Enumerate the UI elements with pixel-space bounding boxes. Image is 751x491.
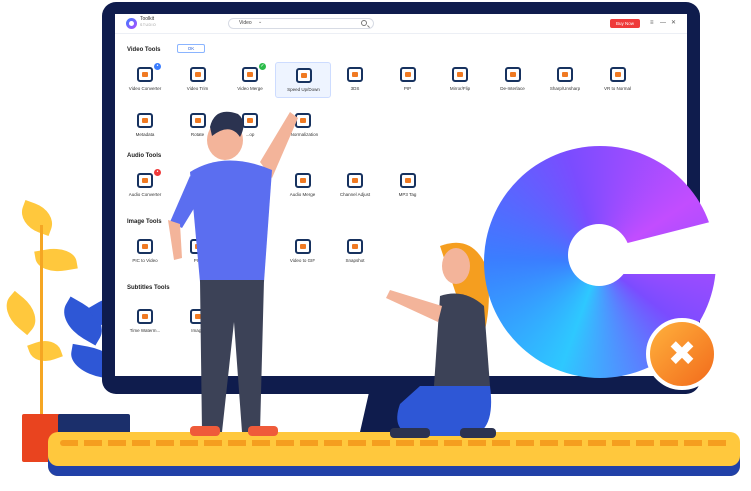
tool-label: VR to Normal (603, 86, 631, 91)
tool-label: Video Converter (128, 86, 162, 91)
pip-icon (399, 67, 416, 82)
image-tools-heading: Image Tools (127, 219, 162, 225)
tool-label: Video Trim (186, 86, 209, 91)
video-tools-heading: Video Tools (127, 47, 161, 53)
tool-label: PIP (403, 86, 412, 91)
film-trim-icon (189, 67, 206, 82)
tool-label: MP3 Tag (398, 192, 417, 197)
search-icon[interactable] (361, 20, 367, 26)
standing-man-illustration (168, 111, 298, 436)
tool-label: Mirror/Flip (449, 86, 471, 91)
minimize-icon[interactable]: — (660, 19, 666, 27)
tool-label: Video Merge (237, 86, 263, 91)
tool-sharp[interactable]: Sharp/Unsharp (537, 62, 593, 98)
tool-label: 3DS (350, 86, 360, 91)
brand-sub: STUDIO (140, 23, 157, 27)
plant-stem (40, 225, 43, 415)
app-logo-icon (126, 18, 137, 29)
mirror-icon (452, 67, 468, 82)
pic-to-video-icon (137, 239, 153, 254)
channel-adjust-icon (347, 173, 363, 188)
yellow-leaf (27, 335, 63, 367)
speed-icon (295, 68, 312, 83)
badge-icon: ✓ (259, 63, 266, 70)
tool-deinterlace[interactable]: De-Interlace (485, 62, 541, 98)
merge-icon (242, 67, 258, 82)
tool-vr[interactable]: VR to Normal (590, 62, 646, 98)
vr-icon (609, 67, 626, 82)
search-category[interactable]: Video (239, 20, 252, 26)
audio-tools-heading: Audio Tools (127, 153, 162, 159)
audio-converter-icon (137, 173, 153, 188)
menu-icon[interactable]: ≡ (650, 19, 654, 27)
video-converter-icon (137, 67, 153, 82)
mp3-tag-icon (399, 173, 416, 188)
badge-icon: • (154, 63, 161, 70)
tool-label: Channel Adjust (339, 192, 371, 197)
close-icon[interactable]: ✕ (671, 19, 676, 27)
search-box[interactable]: Video ⌄ (228, 18, 374, 29)
tool-mp3-tag[interactable]: MP3 Tag (380, 168, 436, 204)
metadata-icon (137, 113, 153, 128)
tool-3d[interactable]: 3DS (327, 62, 383, 98)
wrench-screwdriver-icon: ✖ (667, 335, 697, 373)
sharp-icon (557, 67, 573, 82)
tool-label: Sharp/Unsharp (549, 86, 581, 91)
yellow-leaf (16, 199, 58, 237)
deinterlace-icon (504, 67, 521, 82)
3d-icon (347, 67, 363, 82)
hero-illustration: Toolkit STUDIO Video ⌄ Buy Now ≡ — ✕ Vid… (0, 0, 751, 491)
brand: Toolkit STUDIO (140, 17, 156, 28)
buy-now-button[interactable]: Buy Now (610, 19, 640, 28)
tool-mirror[interactable]: Mirror/Flip (432, 62, 488, 98)
chevron-down-icon[interactable]: ⌄ (258, 19, 262, 25)
tool-label: De-Interlace (500, 86, 525, 91)
brand-name: Toolkit (140, 16, 155, 22)
time-watermark-icon (137, 309, 153, 324)
title-bar: Toolkit STUDIO Video ⌄ Buy Now ≡ — ✕ (115, 14, 687, 34)
tools-badge: ✖ (646, 318, 718, 390)
yellow-leaf (0, 290, 44, 336)
planter (58, 414, 130, 434)
ok-button[interactable]: OK (177, 44, 205, 53)
tool-pip[interactable]: PIP (380, 62, 436, 98)
tool-channel-adjust[interactable]: Channel Adjust (327, 168, 383, 204)
